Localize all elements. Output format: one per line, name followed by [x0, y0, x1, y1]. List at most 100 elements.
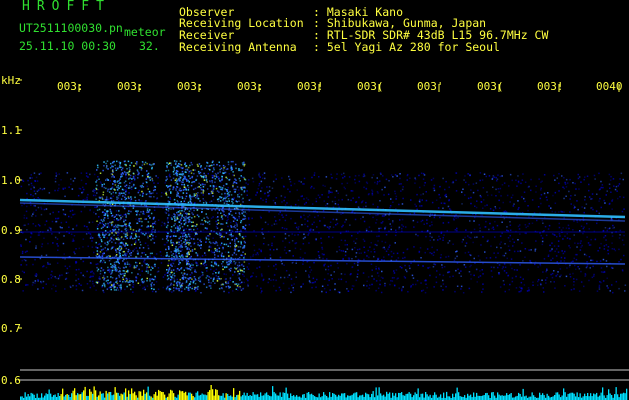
activity-bar: [122, 394, 124, 400]
noise-dot: [334, 196, 336, 199]
noise-dot: [462, 238, 464, 241]
meteor-echo-dot: [197, 238, 199, 240]
meteor-echo-dot: [195, 225, 197, 227]
noise-dot: [439, 238, 441, 240]
noise-dot: [73, 235, 76, 237]
meteor-echo-dot: [165, 176, 168, 178]
meteor-echo-dot: [174, 227, 177, 229]
noise-dot: [526, 290, 529, 292]
noise-dot: [518, 207, 520, 209]
noise-dot: [25, 264, 28, 266]
meteor-echo-dot: [135, 214, 138, 216]
noise-dot: [343, 186, 345, 189]
meteor-echo-dot: [142, 212, 144, 215]
meteor-echo-dot: [104, 230, 107, 232]
noise-dot: [279, 256, 282, 259]
noise-dot: [50, 277, 53, 279]
noise-dot: [74, 252, 76, 255]
meteor-echo-dot: [179, 212, 182, 215]
noise-dot: [285, 228, 288, 230]
meteor-echo-dot: [122, 189, 125, 191]
meteor-echo-dot: [101, 255, 104, 257]
meteor-echo-dot: [124, 185, 126, 187]
meteor-echo-dot: [134, 237, 136, 239]
noise-dot: [376, 272, 379, 274]
noise-dot: [500, 247, 502, 249]
meteor-echo-dot: [197, 197, 199, 200]
noise-dot: [97, 263, 99, 265]
meteor-echo-dot: [123, 250, 125, 253]
noise-dot: [548, 224, 551, 227]
activity-bar: [263, 395, 265, 400]
noise-dot: [58, 184, 60, 186]
noise-dot: [376, 181, 379, 183]
noise-dot: [565, 186, 568, 188]
meteor-echo-dot: [101, 220, 104, 223]
noise-dot: [323, 287, 326, 290]
meteor-echo-dot: [122, 238, 125, 241]
activity-bar: [83, 390, 85, 400]
noise-dot: [294, 203, 297, 206]
meteor-echo-dot: [228, 213, 231, 215]
meteor-echo-dot: [187, 184, 189, 187]
noise-dot: [540, 187, 542, 190]
meteor-echo-dot: [181, 254, 183, 256]
noise-dot: [349, 273, 352, 276]
noise-dot: [467, 197, 470, 200]
meteor-echo-dot: [188, 181, 190, 183]
noise-dot: [574, 264, 576, 267]
activity-bar: [477, 395, 479, 400]
noise-dot: [96, 226, 99, 228]
meteor-echo-dot: [107, 179, 109, 181]
meteor-echo-dot: [99, 278, 101, 280]
meteor-echo-dot: [104, 209, 106, 211]
activity-bar: [473, 392, 475, 400]
noise-dot: [331, 236, 334, 239]
meteor-echo-dot: [234, 242, 236, 244]
meteor-echo-dot: [104, 213, 107, 215]
noise-dot: [162, 256, 165, 258]
meteor-echo-dot: [105, 223, 107, 225]
meteor-echo-dot: [116, 218, 118, 220]
meteor-echo-dot: [196, 233, 198, 235]
noise-dot: [384, 186, 386, 189]
meteor-echo-dot: [223, 202, 226, 204]
activity-bar: [414, 392, 416, 400]
noise-dot: [381, 188, 383, 191]
meteor-echo-dot: [128, 197, 130, 200]
meteor-echo-dot: [108, 234, 110, 236]
noise-dot: [210, 250, 213, 252]
meteor-echo-dot: [173, 166, 175, 169]
noise-dot: [41, 243, 44, 245]
meteor-echo-dot: [242, 218, 244, 221]
noise-dot: [45, 283, 47, 285]
noise-dot: [45, 254, 48, 256]
noise-dot: [49, 263, 51, 265]
activity-bar: [602, 387, 604, 400]
meteor-echo-dot: [115, 249, 117, 252]
noise-dot: [58, 187, 60, 190]
noise-dot: [429, 235, 431, 238]
noise-dot: [313, 221, 315, 224]
noise-dot: [554, 179, 556, 181]
noise-dot: [178, 261, 180, 263]
noise-dot: [564, 183, 567, 185]
meteor-echo-dot: [168, 259, 170, 262]
noise-dot: [401, 188, 404, 191]
meteor-echo-dot: [134, 187, 137, 189]
noise-dot: [267, 191, 269, 194]
meteor-echo-dot: [153, 163, 155, 165]
meteor-echo-dot: [128, 173, 130, 176]
activity-bar: [143, 389, 145, 400]
meteor-echo-dot: [127, 196, 130, 198]
noise-dot: [35, 247, 37, 249]
meteor-echo-dot: [217, 172, 219, 174]
noise-dot: [36, 274, 38, 276]
meteor-echo-dot: [178, 252, 180, 255]
noise-dot: [301, 195, 303, 197]
meteor-echo-dot: [153, 283, 155, 286]
noise-dot: [504, 266, 507, 268]
noise-dot: [561, 175, 563, 177]
noise-dot: [507, 230, 509, 232]
meteor-echo-dot: [183, 235, 186, 237]
